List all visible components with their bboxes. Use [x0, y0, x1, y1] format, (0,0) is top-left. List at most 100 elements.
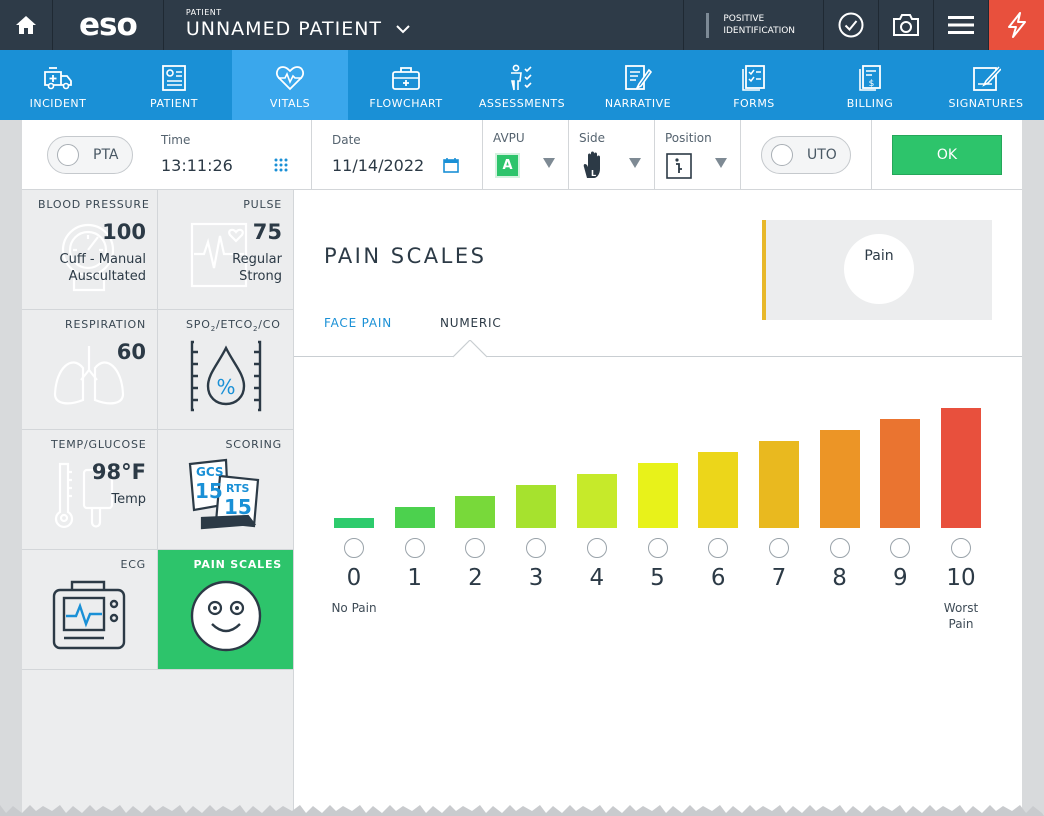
tile-respiration[interactable]: RESPIRATION 60	[22, 310, 158, 430]
pain-level-3[interactable]: 3	[506, 190, 566, 650]
positive-id-line1: POSITIVE	[723, 14, 765, 24]
tile-scoring[interactable]: SCORING GCS 15 RTS 15	[158, 430, 294, 550]
uto-toggle[interactable]: UTO	[761, 136, 851, 174]
pain-level-7[interactable]: 7	[749, 190, 809, 650]
positive-identification-button[interactable]: POSITIVE IDENTIFICATION	[684, 0, 825, 50]
pain-level-bar[interactable]	[637, 463, 678, 528]
nav-vitals[interactable]: VITALS	[232, 50, 348, 120]
time-value[interactable]: 13:11:26	[161, 156, 233, 175]
pain-level-1[interactable]: 1	[385, 190, 445, 650]
nav-assessments[interactable]: ASSESSMENTS	[464, 50, 580, 120]
nav-label: FLOWCHART	[369, 97, 443, 110]
nav-flowchart[interactable]: FLOWCHART	[348, 50, 464, 120]
calendar-icon[interactable]	[443, 157, 459, 173]
pain-level-0[interactable]: 0 No Pain	[324, 190, 384, 650]
menu-button[interactable]	[934, 0, 990, 50]
patient-selector[interactable]: PATIENT UNNAMED PATIENT	[164, 0, 685, 50]
pain-level-bar[interactable]	[698, 452, 739, 528]
nav-label: ASSESSMENTS	[478, 97, 566, 110]
tile-title: ECG	[120, 558, 146, 571]
pain-level-bar[interactable]	[334, 518, 374, 528]
nav-label: VITALS	[269, 97, 311, 110]
position-cell[interactable]: Position	[655, 120, 741, 189]
time-cell: PTA Time 13:11:26	[22, 120, 312, 189]
checklist-icon	[742, 65, 765, 91]
pain-level-radio[interactable]	[768, 538, 789, 558]
pain-level-bar[interactable]	[819, 430, 860, 528]
tile-blood-pressure[interactable]: BLOOD PRESSURE 100 Cuff - Manual Auscult…	[22, 190, 158, 310]
menu-icon	[948, 16, 975, 34]
vitals-tiles: BLOOD PRESSURE 100 Cuff - Manual Auscult…	[22, 190, 294, 816]
pain-level-bar[interactable]	[941, 408, 981, 528]
pain-level-2[interactable]: 2	[445, 190, 505, 650]
avpu-cell[interactable]: AVPU A	[483, 120, 569, 189]
date-value[interactable]: 11/14/2022	[332, 156, 424, 175]
pta-toggle-knob	[57, 144, 79, 166]
pain-scales-content: PAIN SCALES Pain FACE PAIN NUMERIC 0 No P…	[294, 190, 1022, 816]
patient-label: PATIENT	[185, 8, 222, 17]
pain-level-radio[interactable]	[890, 538, 911, 558]
tile-pulse[interactable]: PULSE 75 Regular Strong	[158, 190, 294, 310]
check-circle-icon	[838, 12, 864, 38]
pain-level-8[interactable]: 8	[810, 190, 870, 650]
check-button[interactable]	[824, 0, 880, 50]
side-cell[interactable]: Side L	[569, 120, 655, 189]
side-label: Side	[579, 131, 605, 145]
pain-level-number: 7	[771, 565, 787, 591]
pain-level-4[interactable]: 4	[567, 190, 627, 650]
pain-level-5[interactable]: 5	[628, 190, 688, 650]
pain-level-radio[interactable]	[404, 538, 425, 558]
home-icon	[15, 16, 36, 34]
nav-patient[interactable]: PATIENT	[116, 50, 232, 120]
position-standing-icon	[666, 153, 692, 179]
avpu-label: AVPU	[493, 131, 525, 145]
avpu-dropdown-arrow[interactable]	[543, 158, 555, 168]
pain-level-radio[interactable]	[526, 538, 547, 558]
top-bar: eso PATIENT UNNAMED PATIENT POSITIVE IDE…	[0, 0, 1044, 50]
nav-signatures[interactable]: SIGNATURES	[928, 50, 1044, 120]
nav-narrative[interactable]: NARRATIVE	[580, 50, 696, 120]
tile-title: SCORING	[225, 438, 282, 451]
pain-level-radio[interactable]	[465, 538, 486, 558]
tile-ecg[interactable]: ECG	[22, 550, 158, 670]
rts-score: 15	[224, 495, 252, 519]
pain-level-bar[interactable]	[576, 474, 617, 528]
tile-pain-scales[interactable]: PAIN SCALES	[158, 550, 294, 670]
pain-level-bar[interactable]	[455, 496, 496, 528]
pain-level-number: 1	[407, 565, 422, 591]
patient-name: UNNAMED PATIENT	[185, 18, 383, 40]
camera-button[interactable]	[879, 0, 935, 50]
tile-temp-glucose[interactable]: TEMP/GLUCOSE 98°F Temp	[22, 430, 158, 550]
tile-spo2-etco2-co[interactable]: SPO2/ETCO2/CO %	[158, 310, 294, 430]
date-label: Date	[332, 133, 361, 147]
lungs-icon	[53, 346, 125, 405]
position-dropdown-arrow[interactable]	[715, 158, 727, 168]
nav-billing[interactable]: $ BILLING	[812, 50, 928, 120]
ok-button[interactable]: OK	[892, 135, 1002, 175]
pta-toggle[interactable]: PTA	[47, 136, 133, 174]
pain-level-6[interactable]: 6	[688, 190, 748, 650]
pain-level-9[interactable]: 9	[870, 190, 930, 650]
bp-method: Cuff - Manual	[59, 252, 146, 267]
nav-forms[interactable]: FORMS	[696, 50, 812, 120]
nav-incident[interactable]: INCIDENT	[0, 50, 116, 120]
tile-title: BLOOD PRESSURE	[38, 198, 150, 211]
pain-level-bar[interactable]	[394, 507, 435, 528]
quick-action-button[interactable]	[989, 0, 1044, 50]
pain-level-radio[interactable]	[708, 538, 729, 558]
home-button[interactable]	[0, 0, 53, 50]
pain-level-bar[interactable]	[516, 485, 557, 528]
time-keypad-icon[interactable]	[274, 158, 288, 172]
nav-label: PATIENT	[150, 97, 198, 110]
pain-level-bar[interactable]	[758, 441, 799, 528]
side-dropdown-arrow[interactable]	[629, 158, 641, 168]
pain-level-radio[interactable]	[344, 538, 364, 558]
tile-title: PAIN SCALES	[193, 558, 282, 571]
pain-level-10[interactable]: 10 Worst Pain	[931, 190, 991, 650]
positive-id-indicator	[706, 12, 710, 38]
pain-level-radio[interactable]	[647, 538, 668, 558]
pain-level-radio[interactable]	[951, 538, 971, 558]
pain-level-bar[interactable]	[880, 419, 921, 528]
pain-level-radio[interactable]	[829, 538, 850, 558]
pain-level-radio[interactable]	[586, 538, 607, 558]
